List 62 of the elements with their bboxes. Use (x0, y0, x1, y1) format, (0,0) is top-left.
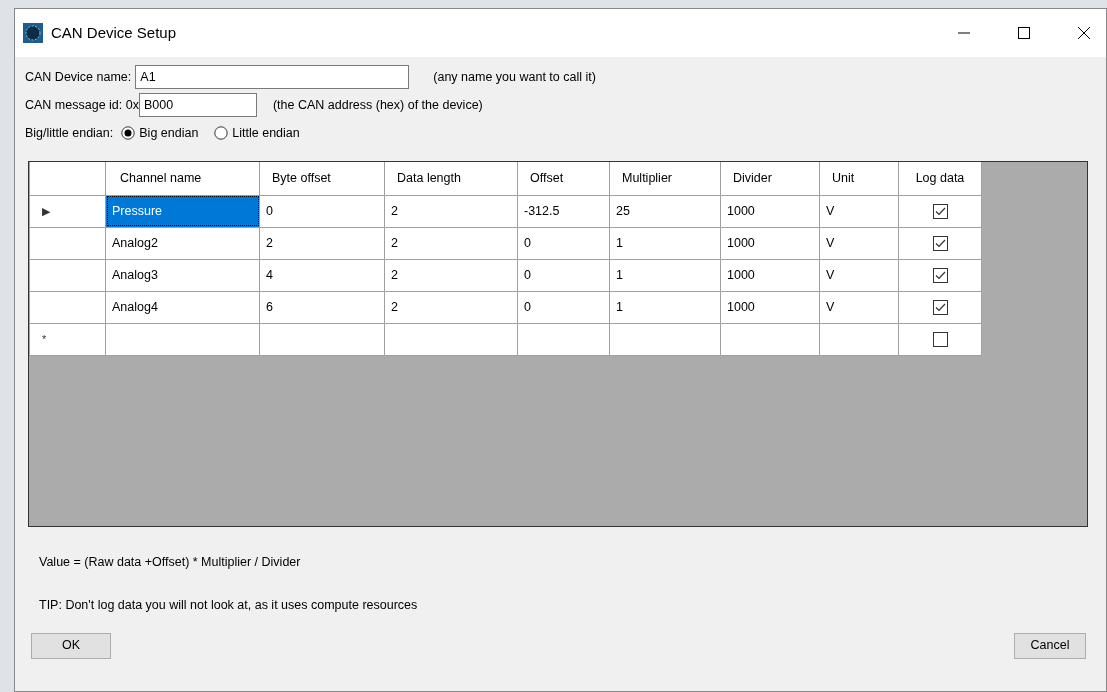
table-cell[interactable]: Analog4 (105, 291, 260, 323)
table-cell[interactable]: 25 (609, 195, 721, 227)
table-cell[interactable]: 2 (259, 227, 385, 259)
checkbox[interactable] (932, 267, 948, 283)
radio-button[interactable] (121, 126, 136, 140)
table-cell[interactable]: 1 (609, 227, 721, 259)
maximize-icon (1018, 27, 1030, 39)
table-cell[interactable]: V (819, 259, 899, 291)
table-cell[interactable]: 1000 (720, 227, 820, 259)
field-label: Big/little endian: (25, 124, 114, 142)
field-label: CAN message id: 0x (25, 96, 139, 114)
table-cell[interactable]: 2 (384, 227, 518, 259)
hint-text: (the CAN address (hex) of the device) (272, 96, 483, 114)
window-title: CAN Device Setup (51, 22, 177, 43)
field-label: CAN Device name: (25, 68, 132, 86)
row-indicator: * (42, 332, 47, 345)
table-cell[interactable]: 0 (517, 259, 610, 291)
table-cell[interactable]: -312.5 (517, 195, 610, 227)
table-cell[interactable]: 6 (259, 291, 385, 323)
checkbox[interactable] (932, 203, 948, 219)
checkbox[interactable] (932, 235, 948, 251)
table-cell[interactable]: 4 (259, 259, 385, 291)
table-cell[interactable]: 0 (517, 291, 610, 323)
app-icon (23, 23, 43, 43)
table-cell[interactable]: 0 (517, 227, 610, 259)
hint-text: (any name you want to call it) (433, 68, 596, 86)
table-cell[interactable]: Pressure (105, 195, 260, 227)
column-header[interactable]: Log data (898, 162, 982, 195)
message-id-field[interactable]: B000 (138, 93, 257, 117)
table-cell[interactable]: 0 (259, 195, 385, 227)
close-icon (1077, 26, 1091, 40)
column-header[interactable]: Multiplier (609, 162, 721, 195)
column-header[interactable]: Offset (517, 162, 610, 195)
column-header[interactable]: Byte offset (259, 162, 385, 195)
cancel-button[interactable]: Cancel (1014, 632, 1086, 659)
radio-button[interactable] (214, 126, 229, 140)
table-cell[interactable]: 2 (384, 195, 518, 227)
device-name-field[interactable]: A1 (135, 65, 410, 89)
column-header[interactable]: Channel name (105, 162, 260, 195)
table-cell[interactable]: 2 (384, 259, 518, 291)
table-cell[interactable]: V (819, 227, 899, 259)
radio-label[interactable]: Little endian (232, 123, 300, 143)
ok-button[interactable]: OK (31, 632, 111, 659)
table-cell[interactable]: 1000 (720, 291, 820, 323)
table-cell[interactable]: 1000 (720, 195, 820, 227)
table-cell[interactable]: Analog2 (105, 227, 260, 259)
formula-text: Value = (Raw data +Offset) * Multiplier / Divider (39, 555, 301, 569)
checkbox[interactable] (932, 331, 948, 347)
tip-text: TIP: Don't log data you will not look at, as it uses compute resources (39, 597, 418, 612)
table-cell[interactable]: 1 (609, 291, 721, 323)
column-header[interactable]: Unit (819, 162, 899, 195)
table-cell[interactable]: V (819, 195, 899, 227)
checkbox[interactable] (932, 299, 948, 315)
table-cell[interactable]: 2 (384, 291, 518, 323)
radio-label[interactable]: Big endian (139, 123, 199, 143)
column-header[interactable]: Divider (720, 162, 820, 195)
column-header[interactable]: Data length (384, 162, 518, 195)
table-cell[interactable]: 1 (609, 259, 721, 291)
table-cell[interactable]: 1000 (720, 259, 820, 291)
table-cell[interactable]: V (819, 291, 899, 323)
row-indicator: ▶ (42, 204, 50, 217)
table-cell[interactable]: Analog3 (105, 259, 260, 291)
